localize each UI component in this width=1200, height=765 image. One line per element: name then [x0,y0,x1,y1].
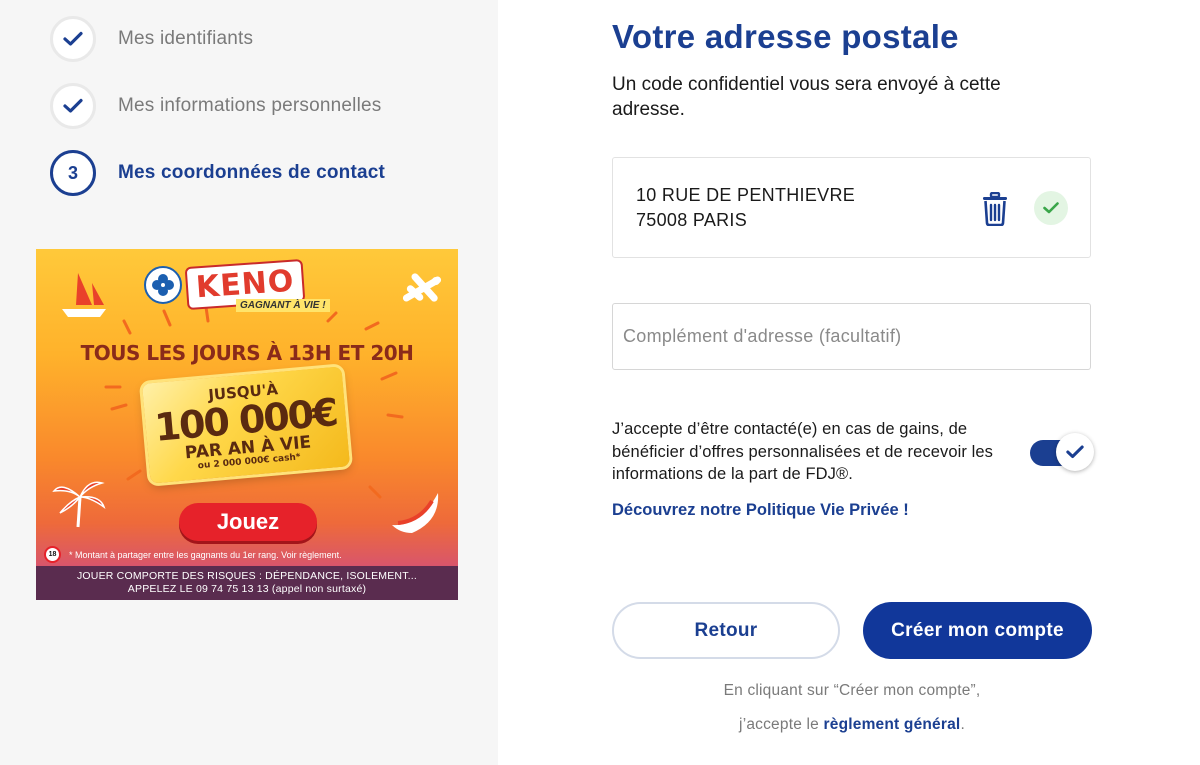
step-label: Mes identifiants [118,28,254,49]
step-label: Mes informations personnelles [118,95,382,116]
keno-advertisement[interactable]: KENO GAGNANT À VIE ! TOUS LES JOURS À 13… [36,249,458,600]
privacy-policy-link[interactable]: Découvrez notre Politique Vie Privée ! [612,501,909,520]
step-label: Mes coordonnées de contact [118,162,386,183]
page-subtitle: Un code confidentiel vous sera envoyé à … [612,74,1001,120]
step-done-badge [50,16,96,62]
ad-warning-line1: JOUER COMPORTE DES RISQUES : DÉPENDANCE,… [76,570,418,582]
address-complement-input[interactable] [612,303,1091,370]
back-button[interactable]: Retour [612,602,840,659]
check-icon [63,31,83,46]
ad-play-button[interactable]: Jouez [179,503,317,541]
clover-icon [144,265,182,304]
legal-prefix: j’accepte le [739,716,819,733]
step-informations: Mes informations personnelles [50,83,381,129]
sidebar: Mes identifiants Mes informations person… [0,0,498,765]
melon-icon [392,493,439,533]
step-identifiants: Mes identifiants [50,16,253,62]
ad-fineprint-text: * Montant à partager entre les gagnants … [69,549,342,560]
step-done-badge [50,83,96,129]
address-line2: 75008 PARIS [636,210,748,230]
ad-warning: JOUER COMPORTE DES RISQUES : DÉPENDANCE,… [36,566,458,600]
contact-consent-toggle[interactable] [1030,433,1094,471]
legal-suffix: . [960,716,965,733]
step-number-badge: 3 [50,150,96,196]
trash-icon[interactable] [979,192,1011,226]
sailboat-icon [62,273,106,317]
ad-headline: TOUS LES JOURS À 13H ET 20H [80,341,414,365]
general-rules-link[interactable]: règlement général [824,716,961,733]
create-account-button[interactable]: Créer mon compte [863,602,1092,659]
legal-notice-line2: j’accepte le règlement général. [612,716,1092,734]
keno-tagline: GAGNANT À VIE ! [236,299,330,312]
age-restriction-badge: 18 [44,546,61,563]
check-icon [63,98,83,113]
step-coordonnees: 3 Mes coordonnées de contact [50,150,385,196]
ad-fineprint: 18 * Montant à partager entre les gagnan… [44,546,342,563]
check-icon [1066,445,1084,458]
address-valid-badge [1034,191,1068,225]
page-title: Votre adresse postale [612,18,959,55]
legal-notice-line1: En cliquant sur “Créer mon compte”, [723,682,981,699]
ad-warning-line2: APPELEZ LE 09 74 75 13 13 (appel non sur… [127,583,367,595]
ad-prize-ticket: JUSQU'À 100 000€ PAR AN À VIE ou 2 000 0… [142,366,350,484]
address-lines: 10 RUE DE PENTHIEVRE 75008 PARIS [636,183,855,233]
toggle-knob [1056,433,1094,471]
contact-consent-text: J’accepte d’être contacté(e) en cas de g… [612,420,994,483]
address-line1: 10 RUE DE PENTHIEVRE [636,185,856,205]
address-card: 10 RUE DE PENTHIEVRE 75008 PARIS [612,157,1091,258]
palm-icon [52,481,106,528]
success-check-icon [1043,202,1059,214]
airplane-icon [402,273,442,302]
